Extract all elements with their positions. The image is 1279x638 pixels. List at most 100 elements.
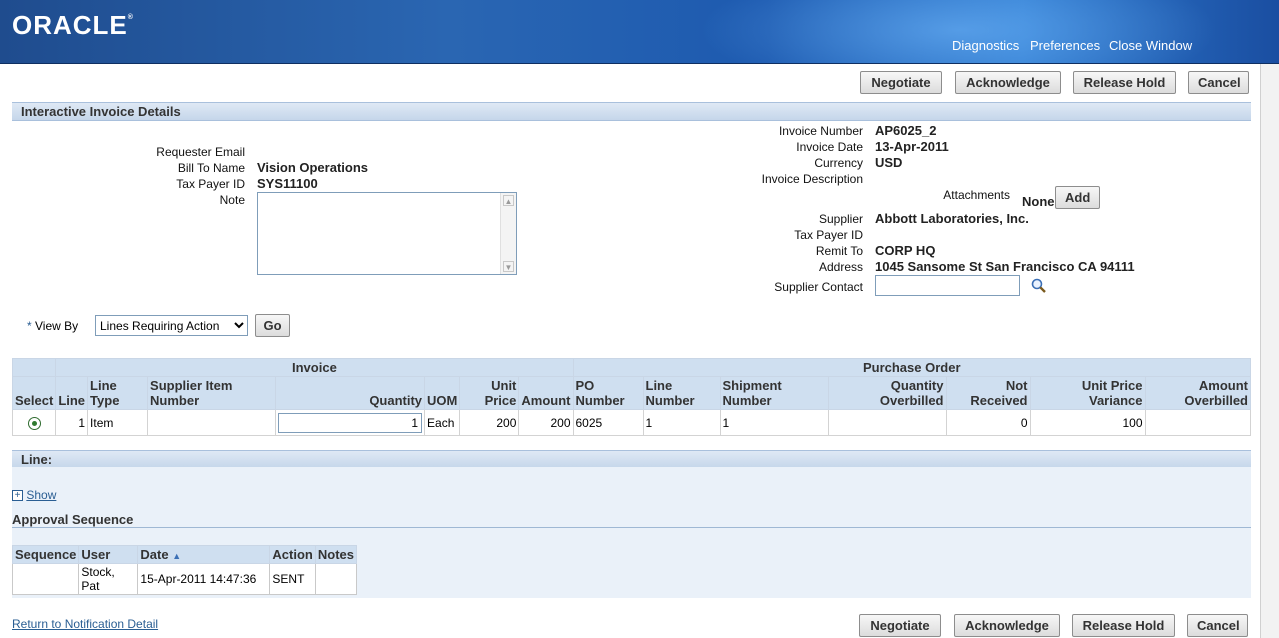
tax-payer-id-label: Tax Payer ID	[176, 177, 245, 191]
col-user: User	[78, 545, 139, 564]
cancel-button-top[interactable]: Cancel	[1188, 71, 1249, 94]
scroll-down-icon[interactable]: ▼	[503, 261, 514, 272]
invoice-date-label: Invoice Date	[796, 140, 863, 154]
sort-ascending-icon[interactable]: ▲	[172, 551, 181, 561]
currency-label: Currency	[814, 156, 863, 170]
invoice-group-header: Invoice	[55, 358, 574, 377]
cell-po-line-number: 1	[642, 409, 721, 436]
supplier-contact-label: Supplier Contact	[774, 280, 863, 294]
note-label: Note	[219, 193, 245, 207]
acknowledge-button-top[interactable]: Acknowledge	[955, 71, 1061, 94]
col-shipment-number: Shipment Number	[719, 376, 829, 410]
address-label: Address	[818, 260, 863, 274]
view-by-label: * View By	[27, 319, 79, 333]
close-window-link[interactable]: Close Window	[1109, 38, 1192, 53]
bill-to-name-value: Vision Operations	[257, 160, 369, 175]
cell-line-type: Item	[87, 409, 149, 436]
invoice-description-label: Invoice Description	[761, 172, 863, 186]
cell-date: 15-Apr-2011 14:47:36	[137, 563, 271, 595]
negotiate-button-bottom[interactable]: Negotiate	[859, 614, 941, 637]
supplier-contact-input[interactable]	[875, 275, 1020, 296]
cell-unit-price-variance: 100	[1029, 409, 1146, 436]
col-date[interactable]: Date ▲	[137, 545, 271, 564]
cell-shipment-number: 1	[719, 409, 829, 436]
remit-to-value: CORP HQ	[875, 243, 936, 258]
col-uom: UOM	[424, 376, 461, 410]
col-quantity: Quantity	[275, 376, 426, 410]
tax-payer-id-value: SYS11100	[257, 176, 318, 191]
cell-user: Stock, Pat	[78, 563, 139, 595]
note-textarea[interactable]: ▲ ▼	[257, 192, 517, 275]
invoice-lines-table: Invoice Purchase Order Select Line Line …	[11, 358, 1251, 436]
supplier-label: Supplier	[818, 212, 863, 226]
table-row: Stock, Pat 15-Apr-2011 14:47:36 SENT	[11, 563, 358, 595]
attachments-value: None	[1022, 194, 1055, 209]
cell-uom: Each	[424, 409, 461, 436]
diagnostics-link[interactable]: Diagnostics	[952, 38, 1019, 53]
return-to-notification-link[interactable]: Return to Notification Detail	[12, 617, 158, 631]
po-group-header: Purchase Order	[572, 358, 1251, 377]
preferences-link[interactable]: Preferences	[1030, 38, 1100, 53]
cell-amount-overbilled	[1144, 409, 1251, 436]
select-group-spacer	[11, 358, 57, 377]
search-icon[interactable]	[1031, 278, 1047, 294]
note-scrollbar[interactable]: ▲ ▼	[500, 193, 516, 274]
cell-unit-price: 200	[459, 409, 520, 436]
cell-quantity[interactable]	[275, 409, 426, 436]
col-quantity-overbilled: Quantity Overbilled	[827, 376, 947, 410]
go-button[interactable]: Go	[255, 314, 290, 337]
col-line-type: Line Type	[87, 376, 149, 410]
show-toggle[interactable]: + Show	[12, 488, 56, 502]
cell-po-number: 6025	[572, 409, 644, 436]
table-row: 1 Item Each 200 200 6025 1 1 0 100	[11, 409, 1251, 436]
col-select: Select	[11, 376, 57, 410]
attachments-label: Attachments	[943, 188, 1010, 202]
release-hold-button-top[interactable]: Release Hold	[1073, 71, 1176, 94]
bill-to-name-label: Bill To Name	[177, 161, 245, 175]
row-select-cell[interactable]	[11, 409, 57, 436]
cancel-button-bottom[interactable]: Cancel	[1187, 614, 1248, 637]
cell-sequence	[11, 563, 80, 595]
col-amount: Amount	[518, 376, 574, 410]
requester-email-label: Requester Email	[156, 145, 245, 159]
supplier-tax-payer-id-label: Tax Payer ID	[794, 228, 863, 242]
col-supplier-item-number: Supplier Item Number	[147, 376, 277, 410]
col-not-received: Not Received	[945, 376, 1031, 410]
header-glow	[699, 0, 1219, 63]
col-action: Action	[269, 545, 316, 564]
invoice-number-label: Invoice Number	[778, 124, 863, 138]
col-po-line-number: Line Number	[642, 376, 721, 410]
oracle-logo: ORACLE®	[12, 10, 134, 40]
approval-table: Sequence User Date ▲ Action Notes Stock,…	[11, 545, 358, 595]
view-by-select[interactable]: Lines Requiring Action	[95, 315, 248, 336]
acknowledge-button-bottom[interactable]: Acknowledge	[954, 614, 1060, 637]
cell-quantity-overbilled	[827, 409, 947, 436]
section-header-invoice-details: Interactive Invoice Details	[12, 102, 1251, 121]
currency-value: USD	[875, 155, 903, 170]
col-po-number: PO Number	[572, 376, 644, 410]
col-notes: Notes	[314, 545, 358, 564]
cell-amount: 200	[518, 409, 574, 436]
release-hold-button-bottom[interactable]: Release Hold	[1072, 614, 1175, 637]
row-select-radio[interactable]	[27, 416, 41, 430]
quantity-input[interactable]	[278, 412, 423, 433]
remit-to-label: Remit To	[815, 244, 863, 258]
approval-sequence-title: Approval Sequence	[12, 512, 134, 527]
show-link[interactable]: Show	[26, 488, 56, 502]
approval-divider	[12, 527, 1251, 528]
negotiate-button-top[interactable]: Negotiate	[860, 71, 942, 94]
supplier-value: Abbott Laboratories, Inc.	[875, 211, 1029, 226]
cell-notes	[314, 563, 358, 595]
add-attachment-button[interactable]: Add	[1055, 186, 1100, 209]
cell-supplier-item-number	[147, 409, 277, 436]
app-header: ORACLE® Diagnostics Preferences Close Wi…	[0, 0, 1279, 64]
col-amount-overbilled: Amount Overbilled	[1144, 376, 1251, 410]
expand-plus-icon[interactable]: +	[12, 490, 23, 502]
address-value: 1045 Sansome St San Francisco CA 94111	[875, 259, 1135, 274]
cell-action: SENT	[269, 563, 316, 595]
scroll-up-icon[interactable]: ▲	[503, 195, 514, 206]
cell-not-received: 0	[945, 409, 1031, 436]
col-unit-price: Unit Price	[459, 376, 520, 410]
col-unit-price-variance: Unit Price Variance	[1029, 376, 1146, 410]
col-sequence: Sequence	[11, 545, 80, 564]
